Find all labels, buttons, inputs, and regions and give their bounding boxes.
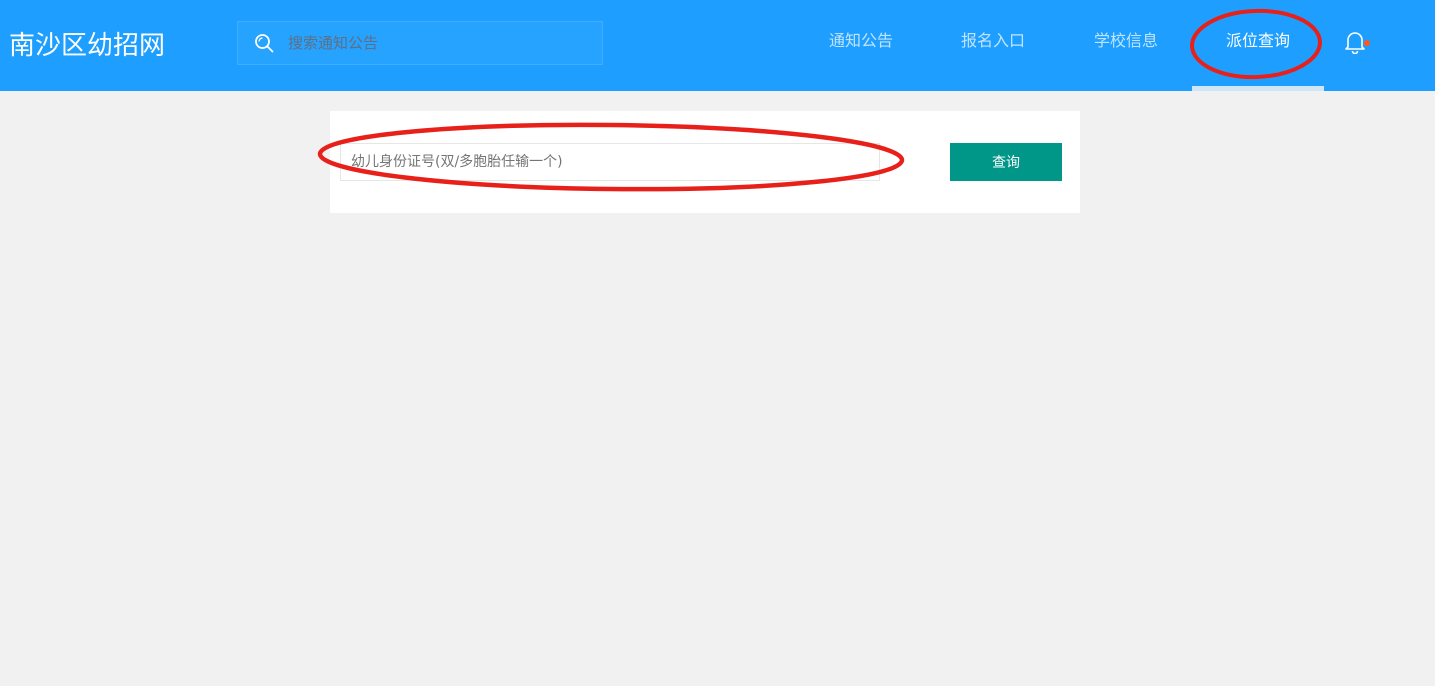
search-box[interactable] <box>237 21 603 65</box>
nav-item-school-info[interactable]: 学校信息 <box>1081 0 1171 91</box>
query-button[interactable]: 查询 <box>950 143 1062 181</box>
bell-icon[interactable] <box>1344 30 1366 54</box>
search-icon <box>255 34 274 53</box>
query-panel: 查询 <box>330 111 1080 213</box>
annotation-overlay <box>317 8 1322 192</box>
active-nav-indicator <box>1192 86 1324 91</box>
nav-item-placement-query[interactable]: 派位查询 <box>1192 0 1324 91</box>
search-input[interactable] <box>288 22 588 64</box>
top-header: 南沙区幼招网 通知公告 报名入口 学校信息 派位查询 <box>0 0 1435 91</box>
nav-item-registration[interactable]: 报名入口 <box>948 0 1038 91</box>
nav-item-notices[interactable]: 通知公告 <box>816 0 906 91</box>
child-id-input[interactable] <box>340 143 880 181</box>
notification-dot <box>1364 40 1370 46</box>
site-logo[interactable]: 南沙区幼招网 <box>9 28 165 64</box>
